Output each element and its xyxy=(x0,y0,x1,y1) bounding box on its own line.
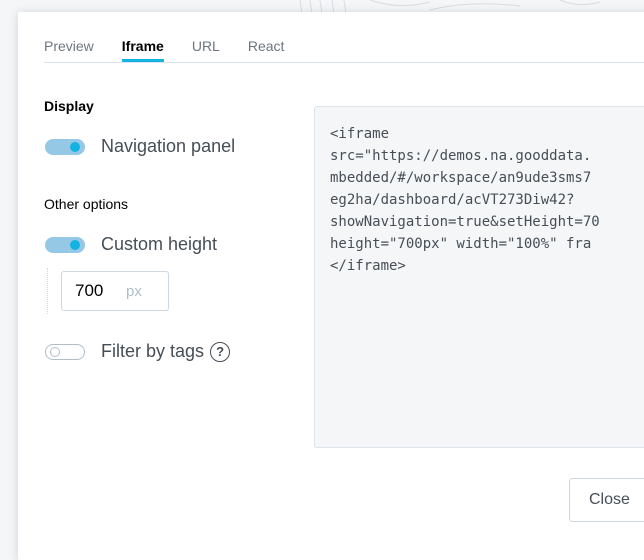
navigation-panel-label: Navigation panel xyxy=(101,136,236,156)
custom-height-toggle[interactable] xyxy=(45,236,85,253)
embed-dialog: Preview Iframe URL React Display Navigat… xyxy=(18,12,644,560)
custom-height-option: Custom height xyxy=(45,234,217,255)
tab-url[interactable]: URL xyxy=(192,38,220,62)
height-value[interactable]: 700 xyxy=(62,281,126,301)
navigation-panel-toggle[interactable] xyxy=(45,138,85,155)
navigation-panel-option: Navigation panel xyxy=(45,136,235,157)
embed-code-box[interactable]: <iframe src="https://demos.na.gooddata. … xyxy=(314,106,644,448)
filter-by-tags-label: Filter by tags xyxy=(101,341,205,361)
close-button[interactable]: Close xyxy=(569,478,644,522)
display-section-title: Display xyxy=(44,98,94,114)
tab-react[interactable]: React xyxy=(248,38,285,62)
height-input[interactable]: 700 px xyxy=(61,271,169,311)
height-unit: px xyxy=(126,282,142,300)
embed-tabs: Preview Iframe URL React xyxy=(44,38,644,63)
tab-preview[interactable]: Preview xyxy=(44,38,94,62)
filter-by-tags-toggle[interactable] xyxy=(45,343,85,360)
help-icon[interactable]: ? xyxy=(210,341,231,362)
tab-iframe[interactable]: Iframe xyxy=(121,38,164,62)
custom-height-label: Custom height xyxy=(101,234,218,254)
other-options-section-title: Other options xyxy=(44,196,129,212)
filter-by-tags-option: Filter by tags ? xyxy=(45,341,231,362)
indent-guide xyxy=(47,268,48,314)
